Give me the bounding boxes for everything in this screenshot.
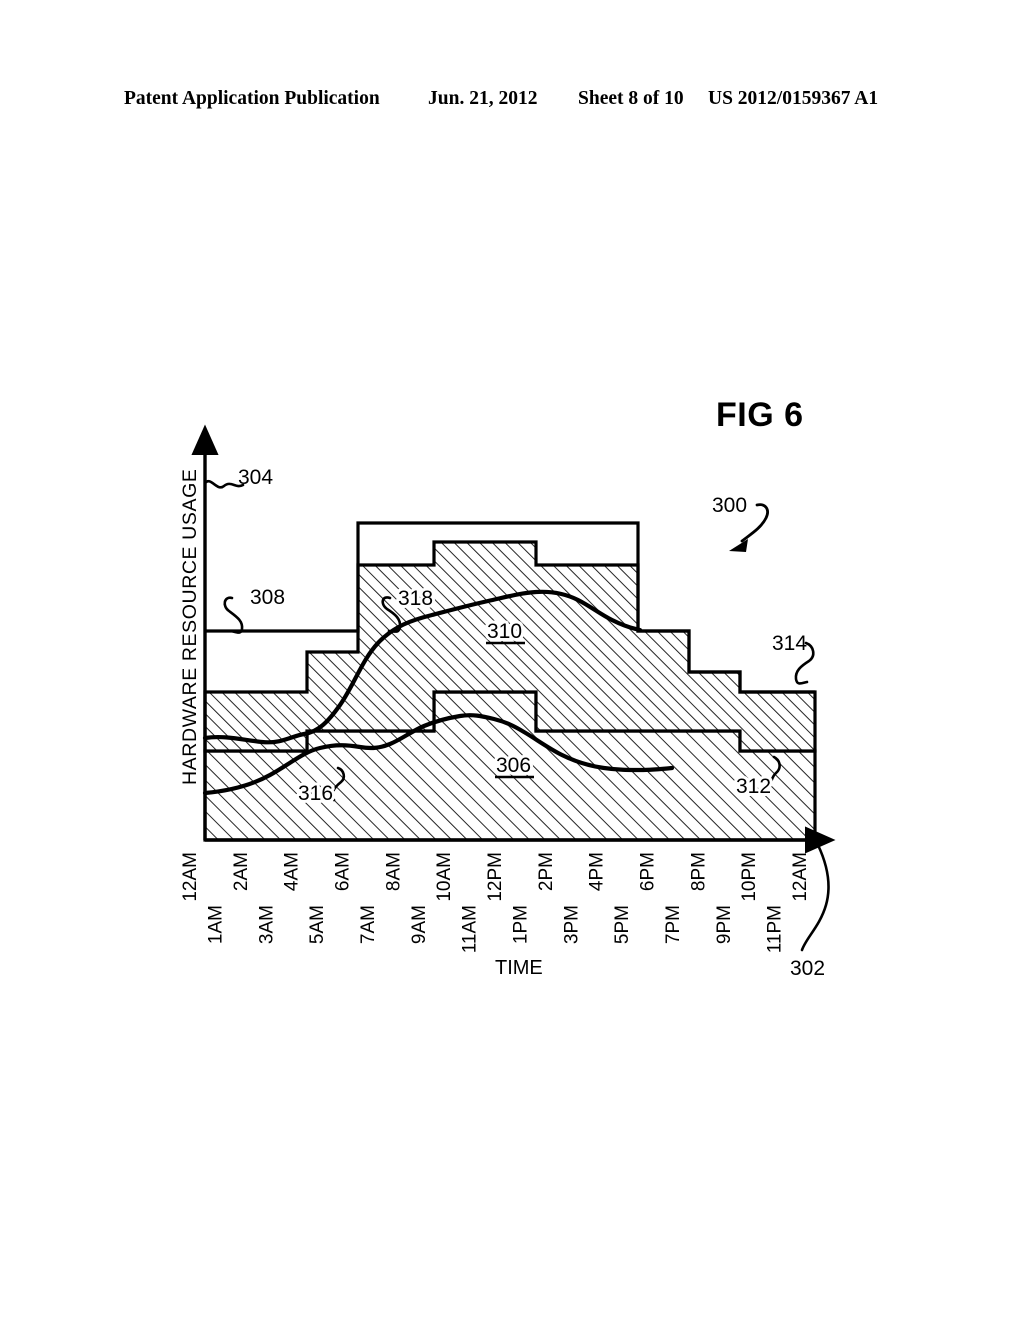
x-tick-label: 5AM: [307, 905, 328, 944]
x-tick-label: 11PM: [765, 905, 786, 953]
svg-text:306: 306: [496, 754, 531, 777]
x-tick-label: 10PM: [739, 852, 760, 902]
svg-text:310: 310: [487, 620, 522, 643]
figure-drawing: 304 308 300 314 318 316 312 302 310 306 …: [179, 424, 836, 983]
x-tick-label: 8PM: [688, 852, 709, 891]
ref-numeral-300: 300: [712, 494, 747, 517]
x-tick-label: 12AM: [180, 852, 201, 902]
x-tick-label: 1AM: [205, 905, 226, 944]
x-tick-label: 2AM: [231, 852, 252, 891]
x-axis-tick-labels: 12AM1AM2AM3AM4AM5AM6AM7AM8AM9AM10AM11AM1…: [180, 852, 811, 953]
ref-numeral-304: 304: [238, 466, 273, 489]
x-tick-label: 7PM: [663, 905, 684, 944]
x-tick-label: 5PM: [612, 905, 633, 944]
x-tick-label: 12PM: [485, 852, 506, 902]
ref-numeral-312: 312: [736, 775, 771, 798]
ref-numeral-318: 318: [398, 587, 433, 610]
x-tick-label: 2PM: [536, 852, 557, 891]
x-tick-label: 4PM: [587, 852, 608, 891]
x-tick-label: 4AM: [282, 852, 303, 891]
ref-numeral-314: 314: [772, 632, 807, 655]
ref-numeral-310: 308: [250, 586, 285, 609]
x-tick-label: 1PM: [510, 905, 531, 944]
x-tick-label: 11AM: [460, 905, 481, 953]
x-axis-title: TIME: [495, 957, 543, 979]
x-tick-label: 8AM: [383, 852, 404, 891]
x-tick-label: 9AM: [409, 905, 430, 944]
x-tick-label: 3AM: [256, 905, 277, 944]
x-tick-label: 9PM: [714, 905, 735, 944]
x-tick-label: 10AM: [434, 852, 455, 902]
band-label-308: 310: [484, 617, 525, 646]
x-tick-label: 12AM: [790, 852, 811, 902]
ref-numeral-302: 302: [790, 957, 825, 980]
x-tick-label: 7AM: [358, 905, 379, 944]
y-axis-title: HARDWARE RESOURCE USAGE: [179, 469, 201, 785]
leader-line-310: [223, 596, 244, 634]
x-tick-label: 6PM: [638, 852, 659, 891]
x-tick-label: 6AM: [333, 852, 354, 891]
ref-numeral-316: 316: [298, 782, 333, 805]
band-label-306: 306: [493, 751, 534, 780]
x-tick-label: 3PM: [561, 905, 582, 944]
